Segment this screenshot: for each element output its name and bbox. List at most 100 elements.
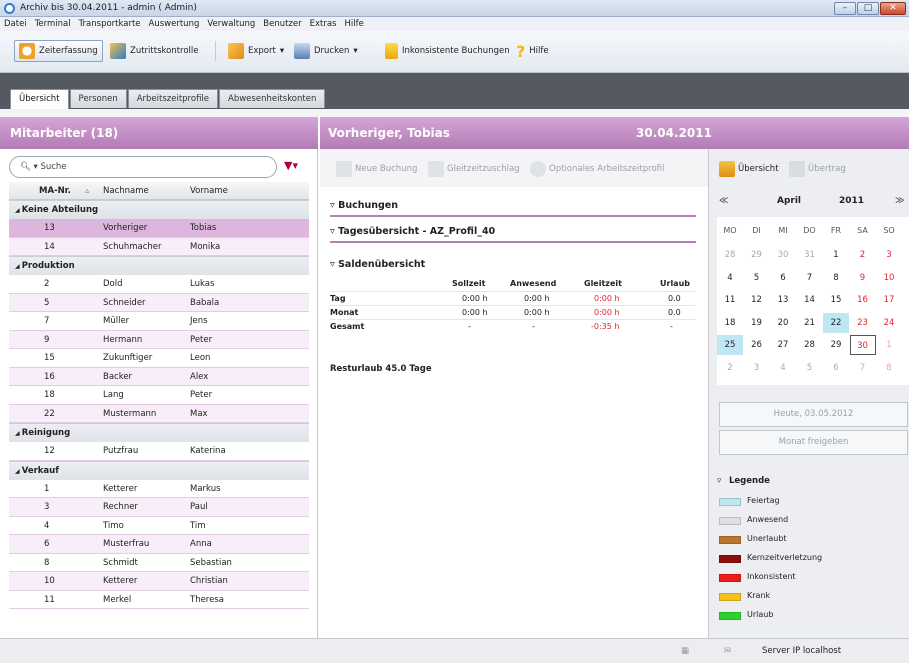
calendar-day[interactable]: 26 — [744, 335, 770, 355]
employee-row[interactable]: 3 Rechner Paul — [9, 498, 309, 517]
filter-icon[interactable]: ▼▾ — [284, 159, 298, 172]
calendar-day[interactable]: 22 — [823, 312, 849, 333]
calendar-day[interactable]: 10 — [876, 268, 902, 288]
tab-arbeitszeitprofile[interactable]: Arbeitszeitprofile — [127, 89, 219, 108]
employee-row[interactable]: 18 Lang Peter — [9, 386, 309, 405]
calendar-day[interactable]: 3 — [876, 245, 902, 265]
employee-row[interactable]: 12 Putzfrau Katerina — [9, 442, 309, 461]
calendar-day[interactable]: 7 — [850, 358, 876, 378]
zutrittskontrolle-button[interactable]: Zutrittskontrolle — [106, 40, 203, 62]
employee-row[interactable]: 6 Musterfrau Anna — [9, 535, 309, 554]
col-vorname[interactable]: Vorname — [190, 186, 228, 196]
employee-row[interactable]: 16 Backer Alex — [9, 367, 309, 386]
calendar-day[interactable]: 14 — [797, 290, 823, 310]
col-ma-nr[interactable]: MA-Nr. — [39, 186, 71, 196]
tab-uebersicht[interactable]: Übersicht — [10, 89, 69, 109]
calendar-day[interactable]: 18 — [717, 313, 743, 333]
group-header[interactable]: ◢ Produktion — [9, 256, 309, 275]
calendar-day[interactable]: 6 — [823, 358, 849, 378]
calendar-day[interactable]: 16 — [850, 290, 876, 310]
calendar-day[interactable]: 9 — [850, 268, 876, 288]
calendar-day[interactable]: 30 — [849, 335, 876, 355]
calendar-day[interactable]: 31 — [797, 245, 823, 265]
calendar-day[interactable]: 8 — [823, 268, 849, 288]
neue-buchung-button[interactable]: Neue Buchung — [336, 161, 417, 177]
menu-benutzer[interactable]: Benutzer — [259, 17, 305, 31]
maximize-button[interactable]: □ — [857, 2, 879, 15]
drucken-dropdown-icon[interactable]: ▾ — [353, 46, 357, 56]
optionales-profil-button[interactable]: Optionales Arbeitszeitprofil — [530, 161, 664, 177]
calendar-day[interactable]: 19 — [744, 313, 770, 333]
menu-auswertung[interactable]: Auswertung — [145, 17, 204, 31]
employee-row[interactable]: 11 Merkel Theresa — [9, 591, 309, 609]
calendar-day[interactable]: 13 — [770, 290, 796, 310]
calendar-day[interactable]: 30 — [770, 245, 796, 265]
next-month-icon[interactable]: ≫ — [895, 196, 904, 206]
calendar-day[interactable]: 23 — [850, 313, 876, 333]
employee-row[interactable]: 15 Zukunftiger Leon — [9, 349, 309, 368]
menu-datei[interactable]: Datei — [0, 17, 31, 31]
calendar-day[interactable]: 8 — [876, 358, 902, 378]
export-dropdown-icon[interactable]: ▾ — [280, 46, 284, 56]
hilfe-button[interactable]: ? Hilfe — [512, 40, 553, 62]
menu-verwaltung[interactable]: Verwaltung — [203, 17, 259, 31]
export-button[interactable]: Export ▾ — [224, 40, 288, 62]
calendar-day[interactable]: 24 — [876, 313, 902, 333]
calendar-day[interactable]: 4 — [770, 358, 796, 378]
group-header[interactable]: ◢ Reinigung — [9, 423, 309, 442]
calendar-day[interactable]: 1 — [876, 335, 902, 355]
calendar-day[interactable]: 5 — [797, 358, 823, 378]
calendar-day[interactable]: 15 — [823, 290, 849, 310]
saldenuebersicht-section[interactable]: ▿ Saldenübersicht — [330, 259, 696, 274]
calendar-day[interactable]: 11 — [717, 290, 743, 310]
search-input[interactable]: 🔍︎ ▾ Suche — [9, 156, 277, 178]
employee-row[interactable]: 9 Hermann Peter — [9, 330, 309, 349]
minimize-button[interactable]: – — [834, 2, 856, 15]
employee-row[interactable]: 2 Dold Lukas — [9, 275, 309, 294]
calendar-day[interactable]: 21 — [797, 313, 823, 333]
calendar-day[interactable]: 5 — [744, 268, 770, 288]
employee-row[interactable]: 5 Schneider Babala — [9, 293, 309, 312]
employee-row[interactable]: 14 Schuhmacher Monika — [9, 237, 309, 256]
employee-row[interactable]: 8 Schmidt Sebastian — [9, 554, 309, 572]
calendar-day[interactable]: 2 — [850, 245, 876, 265]
calendar-day[interactable]: 20 — [770, 313, 796, 333]
calendar-month[interactable]: April — [777, 196, 801, 206]
calendar-year[interactable]: 2011 — [839, 196, 864, 206]
employee-row[interactable]: 22 Mustermann Max — [9, 404, 309, 423]
legend-title-row[interactable]: ▿ Legende — [717, 474, 907, 493]
calendar-day[interactable]: 17 — [876, 290, 902, 310]
prev-month-icon[interactable]: ≪ — [719, 196, 728, 206]
employee-row[interactable]: 1 Ketterer Markus — [9, 480, 309, 498]
tagesuebersicht-section[interactable]: ▿ Tagesübersicht - AZ_Profil_40 — [330, 226, 696, 243]
monat-freigeben-button[interactable]: Monat freigeben — [719, 430, 908, 455]
close-button[interactable]: ✕ — [880, 2, 906, 15]
calendar-day[interactable]: 12 — [744, 290, 770, 310]
uebertrag-button[interactable]: Übertrag — [789, 161, 846, 177]
calendar-day[interactable]: 29 — [823, 335, 849, 355]
col-nachname[interactable]: Nachname — [103, 186, 149, 196]
calendar-day[interactable]: 27 — [770, 335, 796, 355]
menu-terminal[interactable]: Terminal — [31, 17, 75, 31]
menu-extras[interactable]: Extras — [306, 17, 341, 31]
menu-transportkarte[interactable]: Transportkarte — [75, 17, 145, 31]
calendar-day[interactable]: 3 — [744, 358, 770, 378]
calendar-day[interactable]: 4 — [717, 268, 743, 288]
menu-hilfe[interactable]: Hilfe — [341, 17, 368, 31]
drucken-button[interactable]: Drucken ▾ — [290, 40, 362, 62]
calendar-day[interactable]: 28 — [797, 335, 823, 355]
calendar-day[interactable]: 28 — [717, 245, 743, 265]
employee-row[interactable]: 13 Vorheriger Tobias — [9, 219, 309, 238]
calendar-day[interactable]: 6 — [770, 268, 796, 288]
employee-row[interactable]: 10 Ketterer Christian — [9, 572, 309, 591]
group-header[interactable]: ◢ Verkauf — [9, 460, 309, 480]
heute-button[interactable]: Heute, 03.05.2012 — [719, 402, 908, 427]
calendar-day[interactable]: 25 — [717, 335, 743, 355]
calendar-day[interactable]: 2 — [717, 358, 743, 378]
tab-abwesenheitskonten[interactable]: Abwesenheitskonten — [219, 89, 326, 108]
calendar-day[interactable]: 7 — [797, 268, 823, 288]
employee-row[interactable]: 4 Timo Tim — [9, 517, 309, 535]
uebersicht-button[interactable]: Übersicht — [719, 161, 779, 177]
group-header[interactable]: ◢ Keine Abteilung — [9, 200, 309, 219]
inkonsistente-buchungen-button[interactable]: Inkonsistente Buchungen — [381, 40, 514, 62]
